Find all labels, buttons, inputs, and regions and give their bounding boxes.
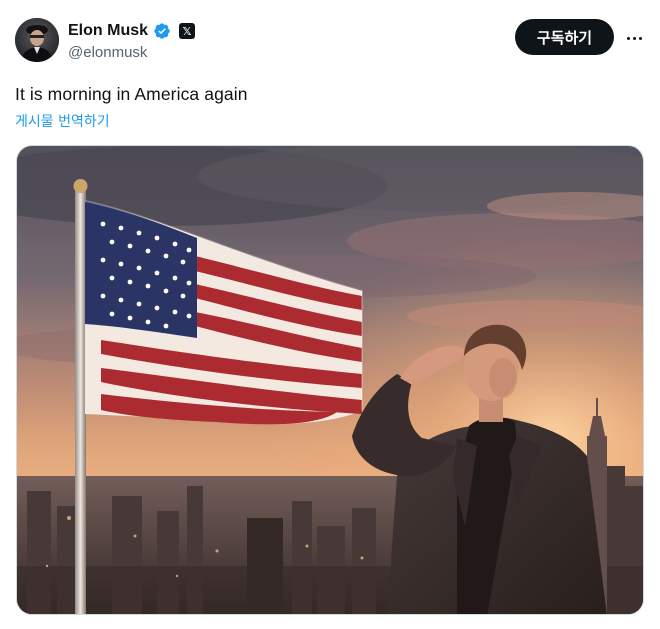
subscribe-button[interactable]: 구독하기 (515, 19, 614, 55)
more-dot (638, 36, 642, 40)
translate-post-link[interactable]: 게시물 번역하기 (15, 111, 110, 131)
saluting-man-flag-image (17, 146, 643, 614)
author-name-row: Elon Musk 𝕏 (68, 20, 196, 42)
author-avatar[interactable] (15, 18, 59, 62)
more-dot (626, 36, 630, 40)
more-horizontal-icon[interactable] (620, 24, 648, 52)
author-display-name[interactable]: Elon Musk (68, 22, 148, 40)
more-dot (632, 36, 636, 40)
avatar-image (15, 18, 59, 62)
author-handle[interactable]: @elonmusk (68, 44, 195, 61)
post-media-image[interactable] (16, 145, 644, 615)
verified-badge-icon (153, 22, 171, 40)
post-card: Elon Musk 𝕏 @elonmusk 구독하기 It is morning… (0, 0, 660, 629)
x-logo-icon[interactable]: 𝕏 (179, 23, 196, 39)
post-text: It is morning in America again (15, 84, 248, 104)
author-block: Elon Musk 𝕏 @elonmusk (68, 20, 196, 61)
